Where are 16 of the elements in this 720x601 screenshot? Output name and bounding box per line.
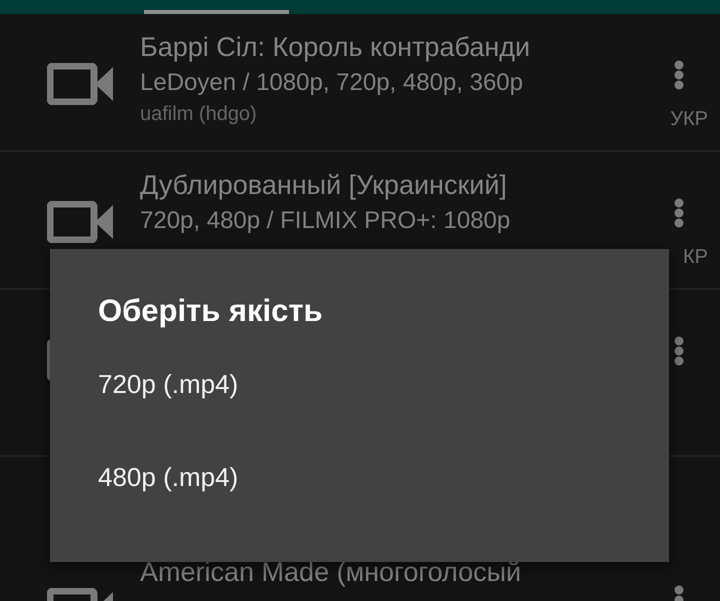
item-title: American Made (многоголосый [140, 557, 522, 588]
quality-option[interactable]: 720p (.mp4) [98, 369, 669, 462]
item-subtitle: 720p, 480p / FILMIX PRO+: 1080p [140, 207, 512, 235]
quality-option[interactable]: 480p (.mp4) [98, 462, 669, 555]
item-title: Баррі Сіл: Король контрабанди [140, 32, 532, 63]
more-options-icon[interactable] [674, 336, 684, 366]
item-source: uafilm (hdgo) [140, 103, 258, 126]
video-camera-icon [47, 201, 113, 243]
language-label: КР [683, 246, 708, 269]
item-subtitle: LeDoyen / 1080p, 720p, 480p, 360p [140, 69, 524, 97]
dialog-title: Оберіть якість [98, 293, 324, 329]
more-options-icon[interactable] [674, 60, 684, 90]
item-title: Дублированный [Украинский] [140, 170, 508, 201]
more-options-icon[interactable] [674, 198, 684, 228]
language-label: УКР [670, 108, 708, 131]
video-camera-icon [47, 63, 113, 105]
